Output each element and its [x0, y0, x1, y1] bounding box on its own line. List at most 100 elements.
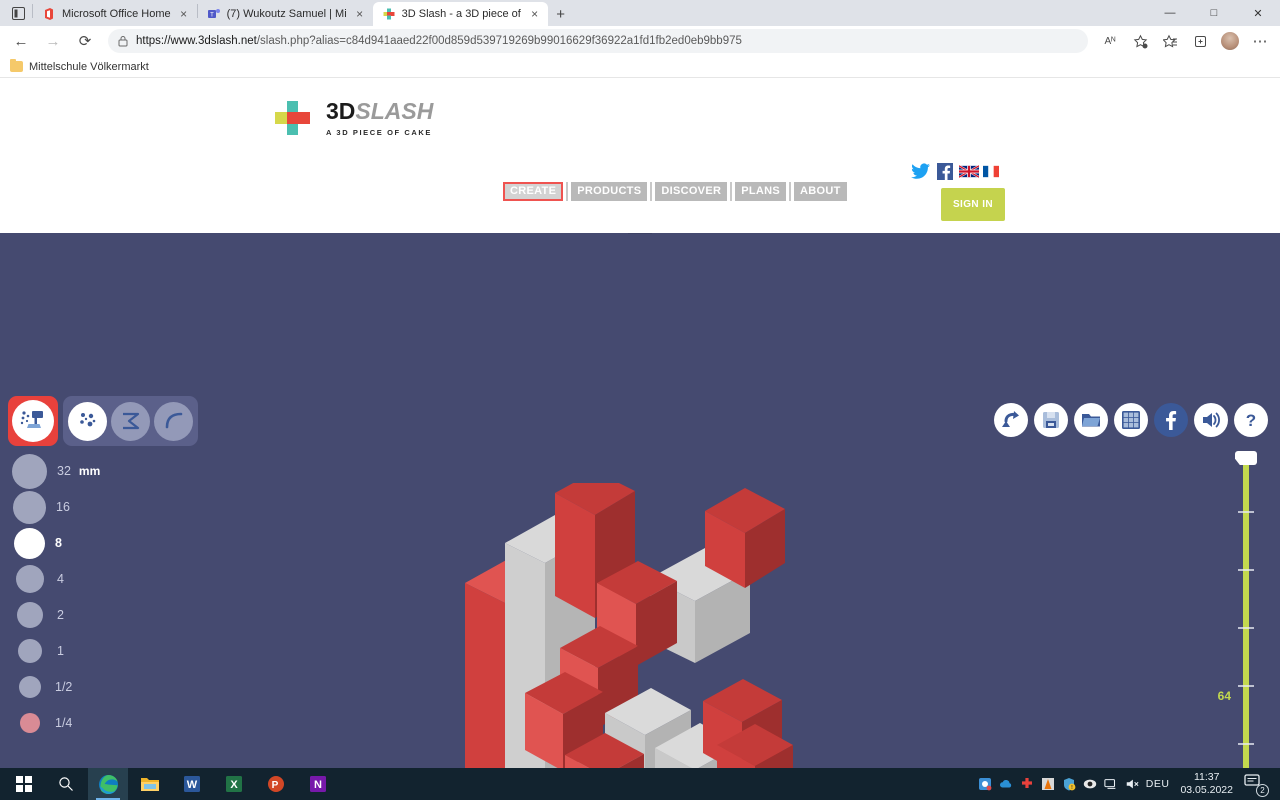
back-button[interactable]: ← [6, 28, 36, 54]
nav-item-discover[interactable]: DISCOVER [655, 182, 728, 202]
svg-text:P: P [272, 780, 279, 791]
nav-item-create[interactable]: CREATE [503, 182, 564, 202]
notifications-button[interactable]: 2 [1244, 773, 1269, 797]
word-icon: W [184, 776, 200, 792]
social-links [911, 163, 999, 180]
add-favorite-icon[interactable] [1126, 28, 1154, 54]
logo-title: 3DSLASH [326, 100, 433, 123]
tab-title: (7) Wukoutz Samuel | Microsoft [226, 8, 347, 20]
vertical-slider-handle-top[interactable] [1235, 451, 1257, 465]
edge-button[interactable] [88, 768, 128, 800]
maximize-button[interactable]: □ [1192, 0, 1236, 26]
onedrive-icon[interactable] [999, 777, 1013, 791]
size-option-2[interactable]: 2 [12, 597, 100, 633]
trowel-tool-button[interactable] [68, 401, 107, 441]
svg-text:T: T [210, 13, 214, 19]
vlc-icon[interactable] [1041, 777, 1055, 791]
open-button[interactable] [1074, 403, 1108, 437]
size-option-1[interactable]: 1 [12, 633, 100, 669]
read-aloud-icon[interactable]: Aᴺ [1096, 28, 1124, 54]
tray-app-icon[interactable] [978, 777, 992, 791]
size-option-4[interactable]: 4 [12, 561, 100, 597]
forward-button[interactable]: → [38, 28, 68, 54]
size-unit: mm [78, 464, 101, 478]
svg-text:W: W [187, 779, 198, 791]
sign-in-button[interactable]: SIGN IN [941, 188, 1005, 221]
browser-window: Microsoft Office Home × T (7) Wukoutz Sa… [0, 0, 1280, 800]
viewport-collapse-handle[interactable] [628, 233, 652, 234]
tab-close-icon[interactable]: × [528, 7, 542, 21]
excel-button[interactable]: X [214, 768, 254, 800]
save-button[interactable] [1034, 403, 1068, 437]
sound-button[interactable] [1194, 403, 1228, 437]
profile-avatar[interactable] [1221, 32, 1239, 50]
twitter-icon[interactable] [911, 163, 931, 180]
3d-editor-viewport[interactable]: 32 mm 16 8 4 2 1 1/2 1/4 ? 64 [0, 233, 1280, 800]
grid-button[interactable] [1114, 403, 1148, 437]
browser-tab-0[interactable]: Microsoft Office Home × [33, 2, 197, 26]
flag-uk-icon[interactable] [959, 163, 979, 180]
search-button[interactable] [46, 768, 86, 800]
site-header: 3DSLASH A 3D PIECE OF CAKE CREATE PRODUC… [0, 78, 1280, 221]
nav-item-products[interactable]: PRODUCTS [571, 182, 648, 202]
nav-item-about[interactable]: ABOUT [793, 182, 847, 202]
tab-list-icon[interactable] [4, 0, 32, 26]
tab-close-icon[interactable]: × [353, 7, 367, 21]
start-button[interactable] [4, 768, 44, 800]
size-option-32[interactable]: 32 mm [12, 453, 100, 489]
size-dot [16, 565, 44, 593]
facebook-icon[interactable] [935, 163, 955, 180]
bookmark-item-label[interactable]: Mittelschule Völkermarkt [29, 61, 149, 73]
windows-taskbar: W X P N ! DEU 11:37 03.05.2022 2 [0, 768, 1280, 800]
language-indicator[interactable]: DEU [1146, 778, 1170, 790]
vertical-size-slider[interactable]: 64 [1218, 451, 1257, 800]
curve-tool-button[interactable] [154, 401, 193, 441]
facebook-share-button[interactable] [1154, 403, 1188, 437]
shield-warning-icon[interactable]: ! [1062, 777, 1076, 791]
size-option-16[interactable]: 16 [12, 489, 100, 525]
size-label: 16 [56, 500, 70, 514]
nav-item-plans[interactable]: PLANS [735, 182, 786, 202]
onenote-button[interactable]: N [298, 768, 338, 800]
site-main-nav: CREATE PRODUCTS DISCOVER PLANS ABOUT [503, 182, 847, 202]
word-button[interactable]: W [172, 768, 212, 800]
clock[interactable]: 11:37 03.05.2022 [1176, 771, 1237, 797]
browser-tab-1[interactable]: T (7) Wukoutz Samuel | Microsoft × [197, 2, 373, 26]
favorites-icon[interactable] [1156, 28, 1184, 54]
settings-more-icon[interactable]: ⋯ [1246, 28, 1274, 54]
clock-time: 11:37 [1193, 770, 1220, 783]
block-size-list: 32 mm 16 8 4 2 1 1/2 1/4 [12, 453, 100, 741]
close-window-button[interactable]: ✕ [1236, 0, 1280, 26]
windows-logo-icon [16, 776, 32, 792]
site-logo[interactable]: 3DSLASH A 3D PIECE OF CAKE [272, 100, 433, 137]
browser-tab-2[interactable]: 3D Slash - a 3D piece of cake × [372, 2, 548, 26]
collections-icon[interactable] [1186, 28, 1214, 54]
hammer-tool-button[interactable] [8, 396, 58, 446]
undo-button[interactable] [994, 403, 1028, 437]
url-domain: https://www.3dslash.net [136, 35, 257, 47]
powerpoint-button[interactable]: P [256, 768, 296, 800]
marker-tool-button[interactable] [111, 401, 150, 441]
health-icon[interactable] [1020, 777, 1034, 791]
address-bar[interactable]: https://www.3dslash.net/slash.php?alias=… [108, 29, 1088, 53]
facebook-share-icon [1166, 411, 1177, 430]
browser-toolbar-icons: Aᴺ ⋯ [1096, 28, 1274, 54]
size-value: 1/2 [55, 680, 73, 694]
size-label: 4 [57, 572, 64, 586]
size-option-quarter[interactable]: 1/4 [12, 705, 100, 741]
size-option-8[interactable]: 8 [12, 525, 100, 561]
new-tab-button[interactable]: + [548, 2, 574, 26]
size-option-half[interactable]: 1/2 [12, 669, 100, 705]
tab-close-icon[interactable]: × [177, 7, 191, 21]
flag-france-icon[interactable] [983, 163, 999, 180]
volume-muted-icon[interactable] [1125, 777, 1139, 791]
minimize-button[interactable]: — [1148, 0, 1192, 26]
size-dot [13, 490, 46, 524]
file-explorer-button[interactable] [130, 768, 170, 800]
eye-icon[interactable] [1083, 777, 1097, 791]
reload-button[interactable]: ⟳ [70, 28, 100, 54]
network-icon[interactable] [1104, 777, 1118, 791]
help-button[interactable]: ? [1234, 403, 1268, 437]
letter-k-voxel-model[interactable] [455, 483, 795, 800]
vertical-slider-label: 64 [1217, 689, 1231, 703]
